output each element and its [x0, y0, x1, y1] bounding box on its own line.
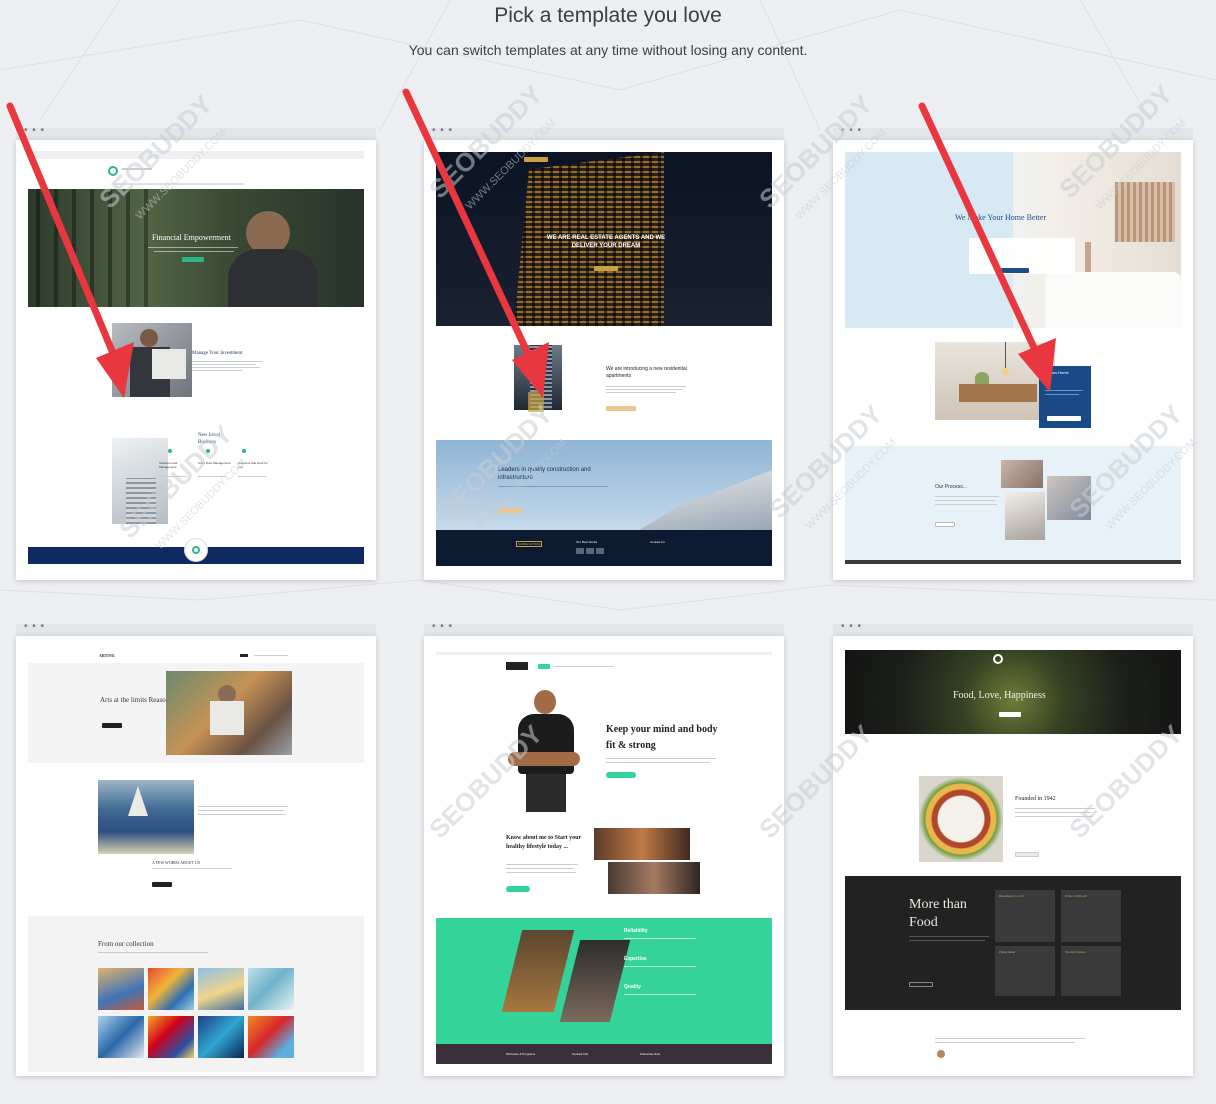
- hero-button[interactable]: [1001, 268, 1029, 273]
- section2-title: Our Process...: [935, 484, 967, 490]
- feature-3: Quality: [624, 984, 641, 990]
- window-titlebar: • • •: [16, 125, 376, 140]
- dish-image: [919, 776, 1003, 862]
- process-section: Our Process...: [845, 446, 1181, 560]
- hero-button[interactable]: [999, 712, 1021, 717]
- construction-image: Leaders in quality construction and infr…: [436, 440, 772, 532]
- template-card-art[interactable]: • • • ARTING Arts at the limits Reason A…: [16, 621, 376, 1076]
- card-button[interactable]: [1047, 416, 1081, 421]
- window-dots: • • •: [432, 621, 454, 632]
- section2-button[interactable]: [498, 508, 522, 513]
- window-titlebar: • • •: [424, 125, 784, 140]
- template-card-fitness[interactable]: • • • Keep your mind and body fit & stro…: [424, 621, 784, 1076]
- template-preview[interactable]: Financial Empowerment Manage Your Invest…: [16, 140, 376, 580]
- footer-col-2: Contact Us: [650, 540, 665, 544]
- section-image: [112, 323, 192, 397]
- footer-col-2: Contact Info: [572, 1052, 589, 1056]
- page-header: Pick a template you love You can switch …: [0, 0, 1216, 58]
- window-dots: • • •: [24, 125, 46, 136]
- template-preview[interactable]: We Make Your Home Better Dream Home Our …: [833, 140, 1193, 580]
- logo-icon: [108, 166, 118, 176]
- template-preview[interactable]: WE ARE REAL ESTATE AGENTS AND WE DELIVER…: [424, 140, 784, 580]
- avatar: [937, 1050, 945, 1058]
- trainer-image: [508, 686, 580, 812]
- window-titlebar: • • •: [833, 621, 1193, 636]
- menu-item-2: Dinner & Brunch: [1065, 894, 1088, 898]
- section-button[interactable]: [506, 886, 530, 892]
- feature-2: Expertise: [624, 956, 647, 962]
- hero-image: We Make Your Home Better: [845, 152, 1181, 328]
- footer: SUBDE ESTATE Our Best Works Contact Us: [436, 530, 772, 566]
- menu-item-4: Tea and Cakes: [1065, 950, 1086, 954]
- info-card: Dream Home: [1039, 366, 1091, 428]
- logo: [506, 662, 528, 670]
- page-subtitle: You can switch templates at any time wit…: [408, 42, 808, 58]
- menu-item-3: Pasta Salad: [999, 950, 1016, 954]
- hero-title: Arts at the limits Reason: [100, 696, 170, 704]
- window-dots: • • •: [841, 125, 863, 136]
- shelf-image: [935, 342, 1055, 420]
- hero-title: Keep your mind and body fit & strong: [606, 724, 718, 751]
- collection-section: From our collection: [28, 916, 364, 1072]
- footer-col-3: Subscribe Now: [640, 1052, 661, 1056]
- footer-logo-icon: [184, 538, 208, 562]
- card-title: Dream Home: [1045, 370, 1069, 375]
- hero-image: Food, Love, Happiness: [845, 650, 1181, 734]
- hero-image: [166, 671, 292, 755]
- section2-title: New Level Business: [198, 433, 221, 445]
- footer: Workouts & Programs Contact Info Subscri…: [436, 1044, 772, 1064]
- features-section: Reliability Expertise Quality: [436, 918, 772, 1046]
- window-dots: • • •: [24, 621, 46, 632]
- feature-3: Solutions that work for you: [238, 461, 268, 469]
- logo: [524, 157, 548, 162]
- window-titlebar: • • •: [833, 125, 1193, 140]
- section2-title: Leaders in quality construction and infr…: [498, 467, 591, 481]
- hero-button[interactable]: [594, 266, 618, 271]
- footer-col-1: Our Best Works: [576, 540, 598, 544]
- template-preview[interactable]: Food, Love, Happiness Founded in 1942 Mo…: [833, 636, 1193, 1076]
- feature-2: Cash Flow Management: [198, 461, 231, 465]
- template-preview[interactable]: ARTING Arts at the limits Reason A FEW W…: [16, 636, 376, 1076]
- template-card-restaurant[interactable]: • • • Food, Love, Happiness Founded in 1…: [833, 621, 1193, 1076]
- hero-title: Food, Love, Happiness: [953, 690, 1046, 701]
- template-card-real-estate[interactable]: • • • WE ARE REAL ESTATE AGENTS AND WE D…: [424, 125, 784, 580]
- template-card-home[interactable]: • • • We Make Your Home Better Dream Hom…: [833, 125, 1193, 580]
- section1-title: A FEW WORDS ABOUT US: [152, 860, 201, 865]
- hero-title: We Make Your Home Better: [955, 213, 1047, 222]
- section2-title: From our collection: [98, 940, 154, 948]
- painting-image: [98, 780, 194, 854]
- hero-title: WE ARE REAL ESTATE AGENTS AND WE DELIVER…: [546, 235, 666, 249]
- section2-title: More than Food: [909, 897, 967, 930]
- section1-title: We are introducing a new residential apa…: [606, 366, 687, 379]
- window-dots: • • •: [432, 125, 454, 136]
- section1-title: Founded in 1942: [1015, 796, 1056, 802]
- hero-image: WE ARE REAL ESTATE AGENTS AND WE DELIVER…: [436, 152, 772, 326]
- section1-title: Know about me to Start your healthy life…: [506, 835, 582, 850]
- building-image: [112, 438, 168, 524]
- hero-button[interactable]: [606, 772, 636, 778]
- hero-image: Financial Empowerment: [28, 189, 364, 307]
- footer-logo: SUBDE ESTATE: [516, 541, 543, 547]
- template-card-finance[interactable]: • • • Financial Empowerment Manage Your …: [16, 125, 376, 580]
- footer-col-1: Workouts & Programs: [506, 1052, 536, 1056]
- hero-section: Arts at the limits Reason: [28, 663, 364, 763]
- window-dots: • • •: [841, 621, 863, 632]
- hero-button[interactable]: [102, 723, 122, 728]
- window-titlebar: • • •: [424, 621, 784, 636]
- logo: ARTING: [99, 653, 115, 658]
- hero-button[interactable]: [182, 257, 204, 262]
- section1-title: Manage Your Investment: [192, 351, 243, 356]
- feature-1: Solutions and Management: [159, 461, 178, 469]
- section-button[interactable]: [606, 406, 636, 411]
- menu-item-1: Breakfast & Lunch: [999, 894, 1024, 898]
- page-title: Pick a template you love: [494, 4, 722, 27]
- feature-1: Reliability: [624, 928, 648, 934]
- window-titlebar: • • •: [16, 621, 376, 636]
- menu-section: More than Food Breakfast & Lunch Dinner …: [845, 876, 1181, 1010]
- template-preview[interactable]: Keep your mind and body fit & strong Kno…: [424, 636, 784, 1076]
- hero-title: Financial Empowerment: [152, 233, 231, 242]
- section-button[interactable]: [1015, 852, 1039, 857]
